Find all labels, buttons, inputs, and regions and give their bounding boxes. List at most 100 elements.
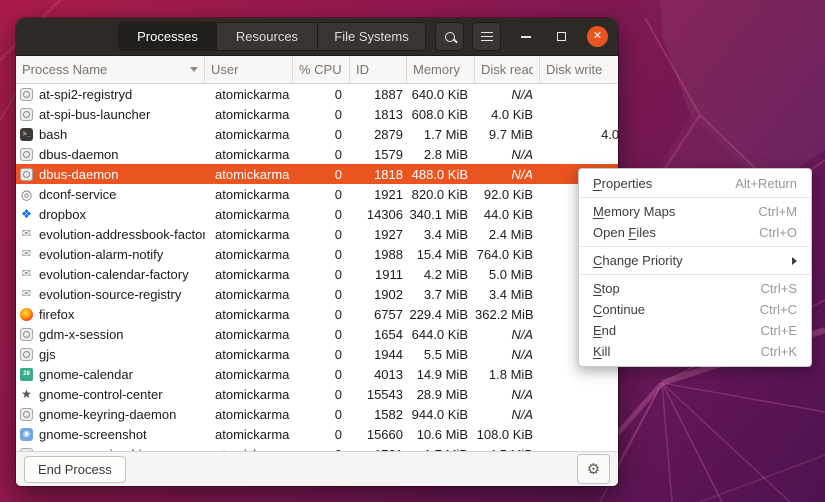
process-row-gdm-x-session[interactable]: gdm-x-sessionatomickarma01654644.0 KiBN/… [16,324,618,344]
process-name: dbus-daemon [39,147,119,162]
menu-item-end[interactable]: EndCtrl+E [579,320,811,341]
process-name: gjs [39,347,56,362]
process-row-at-spi2-registryd[interactable]: at-spi2-registrydatomickarma01887640.0 K… [16,84,618,104]
column-header-disk_write[interactable]: Disk write [540,56,618,83]
app-menu-button[interactable] [472,22,501,51]
cell-user: atomickarma [205,287,293,302]
cell-cpu: 0 [293,187,350,202]
cell-pid: 1654 [350,327,407,342]
process-generic-icon [20,148,33,161]
menu-item-change-priority[interactable]: Change Priority [579,250,811,271]
cell-user: atomickarma [205,187,293,202]
process-row-gnome-screenshot[interactable]: gnome-screenshotatomickarma01566010.6 Mi… [16,424,618,444]
column-header-cpu[interactable]: % CPU [293,56,350,83]
maximize-icon[interactable] [557,32,566,41]
menu-item-label: Stop [593,281,620,296]
menu-item-label: Memory Maps [593,204,675,219]
column-header-name[interactable]: Process Name [16,56,205,83]
close-icon[interactable]: ✕ [587,26,608,47]
cell-memory: 28.9 MiB [407,387,475,402]
process-name: gnome-calendar [39,367,133,382]
envelope-icon [20,288,33,301]
process-row-at-spi-bus-launcher[interactable]: at-spi-bus-launcheratomickarma01813608.0… [16,104,618,124]
menu-item-label: Open Files [593,225,656,240]
minimize-icon[interactable] [521,36,531,38]
menu-item-stop[interactable]: StopCtrl+S [579,278,811,299]
tab-file-systems[interactable]: File Systems [318,23,425,50]
process-row-bash[interactable]: bashatomickarma028791.7 MiB9.7 MiB4.0 Ki… [16,124,618,144]
process-name: gdm-x-session [39,327,124,342]
settings-button[interactable]: ⚙ [577,454,610,484]
cell-memory: 640.0 KiB [407,87,475,102]
menu-item-kill[interactable]: KillCtrl+K [579,341,811,362]
process-row-gnome-keyring-daemon[interactable]: gnome-keyring-daemonatomickarma01582944.… [16,404,618,424]
column-label: Memory [413,62,460,77]
process-row-dropbox[interactable]: dropboxatomickarma014306340.1 MiB44.0 Ki… [16,204,618,224]
cell-disk_read: N/A [475,87,540,102]
cell-pid: 1911 [350,267,407,282]
process-row-evolution-addressbook-factory[interactable]: evolution-addressbook-factoryatomickarma… [16,224,618,244]
cell-memory: 5.5 MiB [407,347,475,362]
process-row-gnome-control-center[interactable]: gnome-control-centeratomickarma01554328.… [16,384,618,404]
process-row-dbus-daemon[interactable]: dbus-daemonatomickarma01818488.0 KiBN/A [16,164,618,184]
process-name: evolution-calendar-factory [39,267,189,282]
process-generic-icon [20,88,33,101]
menu-item-properties[interactable]: PropertiesAlt+Return [579,173,811,194]
process-row-evolution-source-registry[interactable]: evolution-source-registryatomickarma0190… [16,284,618,304]
process-row-dconf-service[interactable]: dconf-serviceatomickarma01921820.0 KiB92… [16,184,618,204]
cell-disk_read: N/A [475,387,540,402]
column-header-user[interactable]: User [205,56,293,83]
process-row-firefox[interactable]: firefoxatomickarma06757229.4 MiB362.2 Mi… [16,304,618,324]
cell-memory: 2.8 MiB [407,147,475,162]
process-row-dbus-daemon[interactable]: dbus-daemonatomickarma015792.8 MiBN/A [16,144,618,164]
tab-resources[interactable]: Resources [217,23,318,50]
column-header-pid[interactable]: ID [350,56,407,83]
cell-disk_read: N/A [475,147,540,162]
cell-pid: 1902 [350,287,407,302]
column-header-disk_read[interactable]: Disk read total [475,56,540,83]
cell-memory: 1.7 MiB [407,127,475,142]
action-bar: End Process ⚙ [16,451,618,486]
end-process-button[interactable]: End Process [24,456,126,483]
cell-pid: 1927 [350,227,407,242]
process-name: gnome-control-center [39,387,163,402]
process-row-gnome-calendar[interactable]: gnome-calendaratomickarma0401314.9 MiB1.… [16,364,618,384]
cell-memory: 340.1 MiB [407,207,475,222]
cell-cpu: 0 [293,307,350,322]
menu-item-memory-maps[interactable]: Memory MapsCtrl+M [579,201,811,222]
cell-pid: 1921 [350,187,407,202]
cell-pid: 1944 [350,347,407,362]
cell-cpu: 0 [293,407,350,422]
titlebar[interactable]: ProcessesResourcesFile Systems ✕ [16,18,618,56]
process-row-evolution-alarm-notify[interactable]: evolution-alarm-notifyatomickarma0198815… [16,244,618,264]
menu-item-shortcut: Ctrl+E [761,323,797,338]
process-table: at-spi2-registrydatomickarma01887640.0 K… [16,84,618,451]
terminal-icon [20,128,33,141]
cell-pid: 1988 [350,247,407,262]
cell-memory: 14.9 MiB [407,367,475,382]
table-header: Process NameUser% CPUID Memory Disk read t… [16,56,618,84]
menu-item-continue[interactable]: ContinueCtrl+C [579,299,811,320]
process-name: bash [39,127,67,142]
cell-pid: 4013 [350,367,407,382]
cell-disk_read: N/A [475,327,540,342]
cell-cpu: 0 [293,267,350,282]
cell-memory: 820.0 KiB [407,187,475,202]
cell-memory: 3.7 MiB [407,287,475,302]
column-label: Disk write [546,62,602,77]
menu-item-open-files[interactable]: Open FilesCtrl+O [579,222,811,243]
process-generic-icon [20,348,33,361]
cell-memory: 944.0 KiB [407,407,475,422]
tab-processes[interactable]: Processes [119,23,217,50]
process-name: evolution-alarm-notify [39,247,163,262]
menu-item-label: Change Priority [593,253,683,268]
menu-item-label: Properties [593,176,652,191]
cell-pid: 1579 [350,147,407,162]
process-row-gnome-session-binary[interactable]: gnome-session-binaryatomickarma017211.7 … [16,444,618,451]
process-name: dconf-service [39,187,116,202]
process-generic-icon [20,168,33,181]
column-header-memory[interactable]: Memory [407,56,475,83]
search-button[interactable] [435,22,464,51]
process-row-evolution-calendar-factory[interactable]: evolution-calendar-factoryatomickarma019… [16,264,618,284]
process-row-gjs[interactable]: gjsatomickarma019445.5 MiBN/A [16,344,618,364]
